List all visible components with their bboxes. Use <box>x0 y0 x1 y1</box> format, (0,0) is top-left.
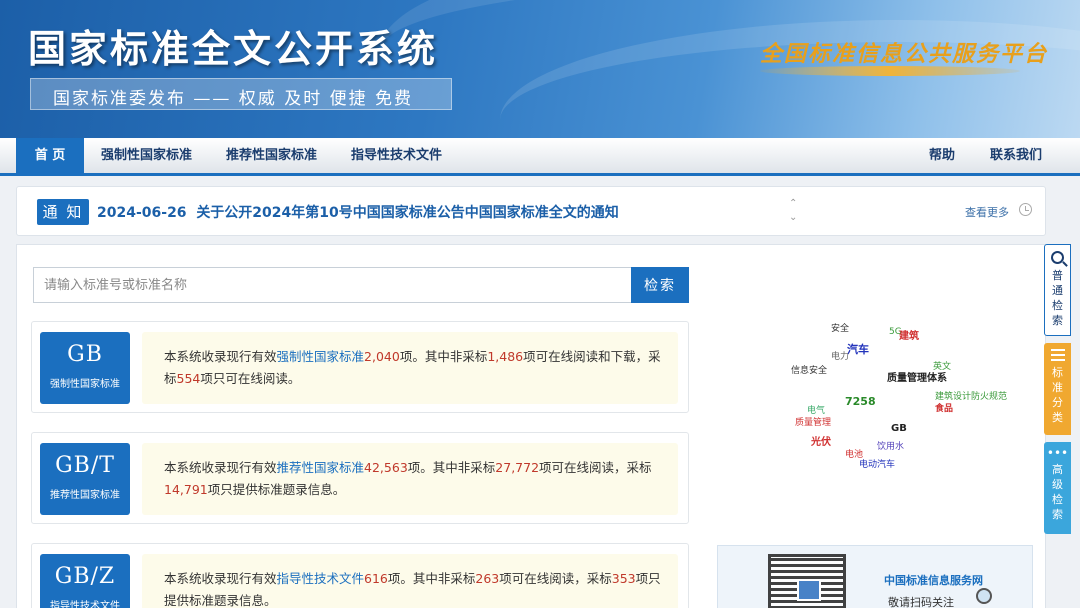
cloud-keyword[interactable]: 电动汽车 <box>859 457 895 470</box>
notice-date: 2024-06-26 <box>97 205 187 221</box>
desc-text: 本系统收录现行有效 <box>164 349 277 364</box>
desc-count: 27,772 <box>495 460 540 475</box>
side-tab-label: 高级检索 <box>1052 463 1063 521</box>
desc-text: 本系统收录现行有效 <box>164 460 277 475</box>
desc-link[interactable]: 强制性国家标准 <box>277 349 365 364</box>
nav-recommended[interactable]: 推荐性国家标准 <box>226 138 317 173</box>
desc-text: 项可在线阅读，采标 <box>499 571 612 586</box>
desc-count: 353 <box>611 571 636 586</box>
nav-mandatory[interactable]: 强制性国家标准 <box>101 138 192 173</box>
side-tab-advanced-search[interactable]: ••• 高级检索 <box>1044 442 1071 534</box>
list-icon <box>1050 349 1065 361</box>
side-tab-label: 普通检索 <box>1052 269 1063 327</box>
standard-card-gb: GB 强制性国家标准 本系统收录现行有效强制性国家标准2,040项。其中非采标1… <box>31 321 689 413</box>
qr-follow-box: 中国标准信息服务网 敬请扫码关注 <box>717 545 1033 608</box>
cloud-keyword[interactable]: 汽车 <box>847 341 869 357</box>
category-gbt-button[interactable]: GB/T 推荐性国家标准 <box>40 443 130 515</box>
desc-text: 项。其中非采标 <box>387 571 476 586</box>
site-title: 国家标准全文公开系统 <box>28 26 439 71</box>
notice-bar: 通 知 2024-06-26 关于公开2024年第10号中国国家标准公告中国国家… <box>16 186 1046 236</box>
clock-icon <box>1019 203 1032 216</box>
card-code: GB/Z <box>54 564 116 589</box>
nav-home[interactable]: 首 页 <box>16 138 84 173</box>
search-icon <box>1051 251 1064 264</box>
cloud-keyword[interactable]: 电力 <box>831 349 849 362</box>
standard-card-gbz: GB/Z 指导性技术文件 本系统收录现行有效指导性技术文件616项。其中非采标2… <box>31 543 689 608</box>
card-code: GB/T <box>55 453 115 478</box>
side-tab-basic-search[interactable]: 普通检索 <box>1044 244 1071 336</box>
platform-swoosh <box>760 66 1020 76</box>
card-type: 强制性国家标准 <box>50 379 120 390</box>
side-tab-classification[interactable]: 标准分类 <box>1044 343 1071 435</box>
card-description: 本系统收录现行有效推荐性国家标准42,563项。其中非采标27,772项可在线阅… <box>142 443 678 515</box>
desc-count: 616 <box>364 571 388 586</box>
card-type: 指导性技术文件 <box>50 601 120 608</box>
qr-title: 中国标准信息服务网 <box>884 574 983 587</box>
card-description: 本系统收录现行有效指导性技术文件616项。其中非采标263项可在线阅读，采标35… <box>142 554 678 608</box>
category-gbz-button[interactable]: GB/Z 指导性技术文件 <box>40 554 130 608</box>
desc-count: 14,791 <box>164 482 208 497</box>
main-panel: 检索 GB 强制性国家标准 本系统收录现行有效强制性国家标准2,040项。其中非… <box>16 244 1046 608</box>
desc-link[interactable]: 指导性技术文件 <box>277 571 365 586</box>
sort-arrows-icon[interactable]: ⌃ ⌄ <box>789 197 797 225</box>
desc-text: 项。其中非采标 <box>399 349 488 364</box>
desc-count: 263 <box>475 571 500 586</box>
keyword-cloud: 安全 5G 建筑 汽车 电力 信息安全 英文 质量管理体系 建筑设计防火规范 7… <box>717 305 1037 485</box>
desc-count: 42,563 <box>364 460 408 475</box>
nav-contact[interactable]: 联系我们 <box>990 138 1042 173</box>
nav-guidance[interactable]: 指导性技术文件 <box>351 138 442 173</box>
cloud-keyword[interactable]: 7258 <box>845 395 876 408</box>
desc-count: 2,040 <box>364 349 400 364</box>
nav-help[interactable]: 帮助 <box>929 138 955 173</box>
cloud-keyword[interactable]: 光伏 <box>811 433 831 448</box>
main-nav: 首 页 强制性国家标准 推荐性国家标准 指导性技术文件 帮助 联系我们 <box>0 138 1080 176</box>
desc-count: 1,486 <box>487 349 524 364</box>
desc-link[interactable]: 推荐性国家标准 <box>277 460 365 475</box>
card-description: 本系统收录现行有效强制性国家标准2,040项。其中非采标1,486项可在线阅读和… <box>142 332 678 404</box>
notice-link[interactable]: 2024-06-26 关于公开2024年第10号中国国家标准公告中国国家标准全文… <box>97 202 619 222</box>
card-type: 推荐性国家标准 <box>50 490 120 501</box>
qr-code <box>768 554 846 608</box>
cloud-keyword[interactable]: GB <box>891 423 907 434</box>
platform-name: 全国标准信息公共服务平台 <box>760 41 1049 67</box>
cloud-keyword[interactable]: 质量管理体系 <box>887 369 947 384</box>
desc-text: 项可在线阅读，采标 <box>539 460 652 475</box>
search-input[interactable] <box>33 267 633 303</box>
magnifier-icon <box>976 588 992 604</box>
cloud-keyword[interactable]: 信息安全 <box>791 363 827 376</box>
cloud-keyword[interactable]: 质量管理 <box>795 415 831 428</box>
card-code: GB <box>67 342 103 367</box>
desc-text: 项只可在线阅读。 <box>200 371 301 386</box>
slogan: 国家标准委发布 —— 权威 及时 便捷 免费 <box>53 89 414 109</box>
slogan-box: 国家标准委发布 —— 权威 及时 便捷 免费 <box>30 78 452 110</box>
cloud-keyword[interactable]: 饮用水 <box>877 439 904 452</box>
standard-card-gbt: GB/T 推荐性国家标准 本系统收录现行有效推荐性国家标准42,563项。其中非… <box>31 432 689 524</box>
more-dots-icon: ••• <box>1046 446 1069 460</box>
search-button[interactable]: 检索 <box>631 267 689 303</box>
side-tab-label: 标准分类 <box>1052 366 1063 424</box>
header-banner: 国家标准全文公开系统 国家标准委发布 —— 权威 及时 便捷 免费 全国标准信息… <box>0 0 1080 138</box>
cloud-keyword[interactable]: 食品 <box>935 401 953 414</box>
category-gb-button[interactable]: GB 强制性国家标准 <box>40 332 130 404</box>
notice-title: 关于公开2024年第10号中国国家标准公告中国国家标准全文的通知 <box>196 205 619 221</box>
desc-text: 项。其中非采标 <box>407 460 496 475</box>
notice-badge: 通 知 <box>37 199 89 225</box>
more-link[interactable]: 查看更多 <box>965 204 1009 220</box>
qr-hint: 敬请扫码关注 <box>888 596 954 608</box>
desc-count: 554 <box>176 371 201 386</box>
desc-text: 项只提供标准题录信息。 <box>207 482 346 497</box>
desc-text: 本系统收录现行有效 <box>164 571 277 586</box>
cloud-keyword[interactable]: 安全 <box>831 321 849 334</box>
cloud-keyword[interactable]: 建筑 <box>899 327 919 342</box>
